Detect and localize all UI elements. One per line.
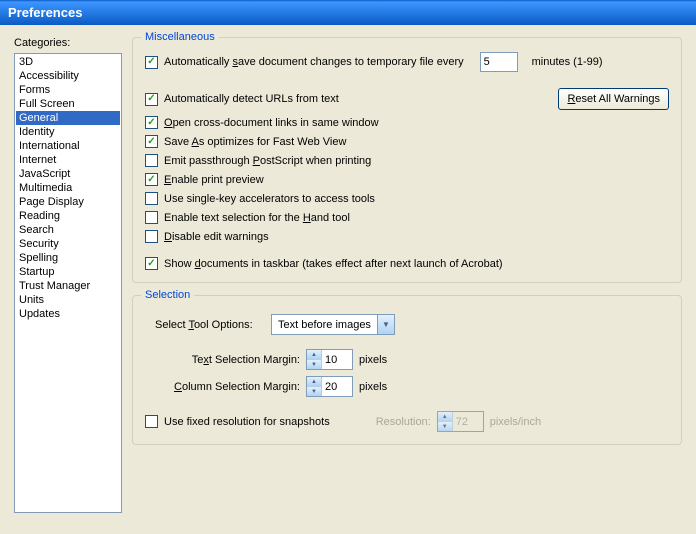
autosave-suffix: minutes (1-99) — [532, 56, 603, 68]
taskbar-label: Show documents in taskbar (takes effect … — [164, 258, 503, 270]
categories-label: Categories: — [14, 37, 122, 49]
single-key-checkbox[interactable] — [145, 192, 158, 205]
postscript-checkbox[interactable] — [145, 154, 158, 167]
category-item[interactable]: Identity — [16, 125, 120, 139]
category-item[interactable]: Accessibility — [16, 69, 120, 83]
cross-doc-checkbox[interactable] — [145, 116, 158, 129]
window-title: Preferences — [0, 0, 696, 25]
disable-warn-label: Disable edit warnings — [164, 231, 269, 243]
col-margin-unit: pixels — [359, 381, 387, 393]
category-item[interactable]: Internet — [16, 153, 120, 167]
category-item[interactable]: Units — [16, 293, 120, 307]
hand-tool-checkbox[interactable] — [145, 211, 158, 224]
category-item[interactable]: Full Screen — [16, 97, 120, 111]
misc-group: Miscellaneous Automatically save documen… — [132, 37, 682, 283]
resolution-label: Resolution: — [376, 416, 431, 428]
category-item[interactable]: Security — [16, 237, 120, 251]
category-item[interactable]: Startup — [16, 265, 120, 279]
category-item[interactable]: Spelling — [16, 251, 120, 265]
print-preview-label: Enable print preview — [164, 174, 264, 186]
resolution-unit: pixels/inch — [490, 416, 541, 428]
hand-tool-label: Enable text selection for the Hand tool — [164, 212, 350, 224]
postscript-label: Emit passthrough PostScript when printin… — [164, 155, 371, 167]
misc-title: Miscellaneous — [141, 31, 219, 43]
resolution-spinner: ▲▼ — [437, 411, 484, 432]
cross-doc-label: Open cross-document links in same window — [164, 117, 379, 129]
detect-urls-label: Automatically detect URLs from text — [164, 93, 339, 105]
text-margin-spinner[interactable]: ▲▼ — [306, 349, 353, 370]
taskbar-checkbox[interactable] — [145, 257, 158, 270]
category-item[interactable]: General — [16, 111, 120, 125]
category-item[interactable]: Multimedia — [16, 181, 120, 195]
category-item[interactable]: Trust Manager — [16, 279, 120, 293]
tool-options-label: Select Tool Options: — [155, 319, 265, 331]
autosave-checkbox[interactable] — [145, 56, 158, 69]
chevron-down-icon: ▼ — [377, 315, 394, 334]
category-item[interactable]: JavaScript — [16, 167, 120, 181]
tool-options-select[interactable]: Text before images▼ — [271, 314, 395, 335]
col-margin-label: Column Selection Margin: — [155, 381, 300, 393]
selection-title: Selection — [141, 289, 194, 301]
category-item[interactable]: Updates — [16, 307, 120, 321]
category-item[interactable]: Forms — [16, 83, 120, 97]
fixed-res-label: Use fixed resolution for snapshots — [164, 416, 330, 428]
disable-warn-checkbox[interactable] — [145, 230, 158, 243]
text-margin-label: Text Selection Margin: — [155, 354, 300, 366]
save-as-label: Save As optimizes for Fast Web View — [164, 136, 346, 148]
reset-warnings-button[interactable]: Reset All Warnings — [558, 88, 669, 110]
category-item[interactable]: Search — [16, 223, 120, 237]
autosave-minutes-input[interactable] — [480, 52, 518, 72]
category-item[interactable]: Reading — [16, 209, 120, 223]
categories-listbox[interactable]: 3DAccessibilityFormsFull ScreenGeneralId… — [14, 53, 122, 513]
detect-urls-checkbox[interactable] — [145, 93, 158, 106]
selection-group: Selection Select Tool Options: Text befo… — [132, 295, 682, 445]
print-preview-checkbox[interactable] — [145, 173, 158, 186]
fixed-res-checkbox[interactable] — [145, 415, 158, 428]
col-margin-spinner[interactable]: ▲▼ — [306, 376, 353, 397]
category-item[interactable]: International — [16, 139, 120, 153]
text-margin-unit: pixels — [359, 354, 387, 366]
category-item[interactable]: 3D — [16, 55, 120, 69]
autosave-label: Automatically save document changes to t… — [164, 56, 464, 68]
single-key-label: Use single-key accelerators to access to… — [164, 193, 375, 205]
save-as-checkbox[interactable] — [145, 135, 158, 148]
category-item[interactable]: Page Display — [16, 195, 120, 209]
